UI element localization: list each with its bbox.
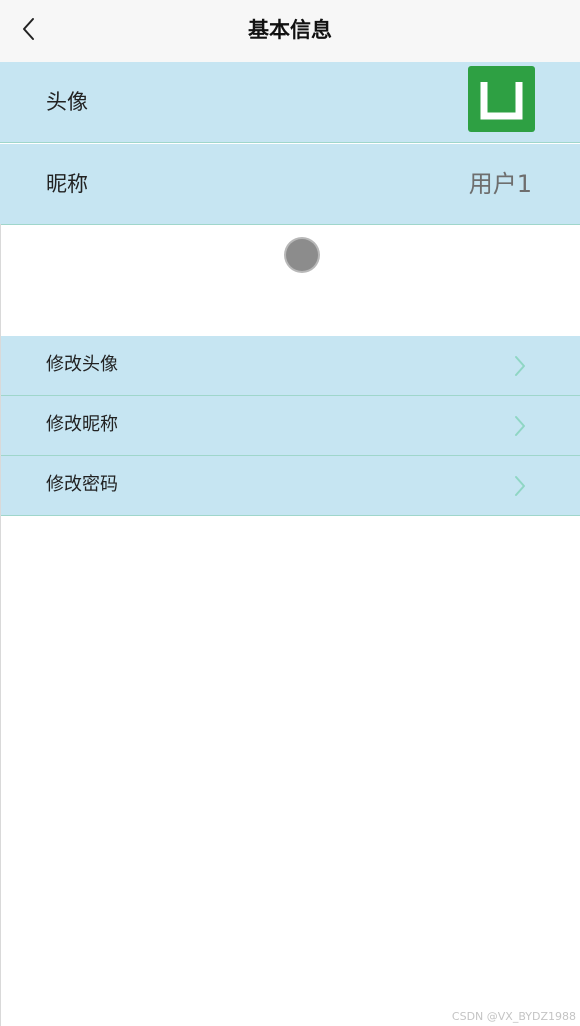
menu-item-change-nickname[interactable]: 修改昵称: [0, 396, 580, 456]
page-title: 基本信息: [248, 18, 332, 42]
menu-item-label: 修改密码: [46, 474, 118, 495]
chevron-right-icon: [512, 474, 528, 498]
avatar-label: 头像: [46, 90, 88, 114]
avatar-letter-icon: [480, 82, 523, 120]
avatar[interactable]: [468, 66, 535, 132]
avatar-row[interactable]: 头像: [0, 62, 580, 143]
loading-indicator: [286, 239, 318, 271]
menu-item-change-avatar[interactable]: 修改头像: [0, 336, 580, 396]
menu-item-label: 修改头像: [46, 354, 118, 375]
nickname-value: 用户1: [468, 170, 532, 198]
nickname-label: 昵称: [46, 172, 88, 196]
menu-item-change-password[interactable]: 修改密码: [0, 456, 580, 516]
menu-item-label: 修改昵称: [46, 414, 118, 435]
chevron-right-icon: [512, 414, 528, 438]
left-border-line: [0, 224, 1, 1026]
settings-menu: 修改头像 修改昵称 修改密码: [0, 336, 580, 516]
watermark: CSDN @VX_BYDZ1988: [451, 1010, 576, 1023]
nav-bar: 基本信息: [0, 0, 580, 62]
nickname-row[interactable]: 昵称 用户1: [0, 144, 580, 225]
chevron-right-icon: [512, 354, 528, 378]
